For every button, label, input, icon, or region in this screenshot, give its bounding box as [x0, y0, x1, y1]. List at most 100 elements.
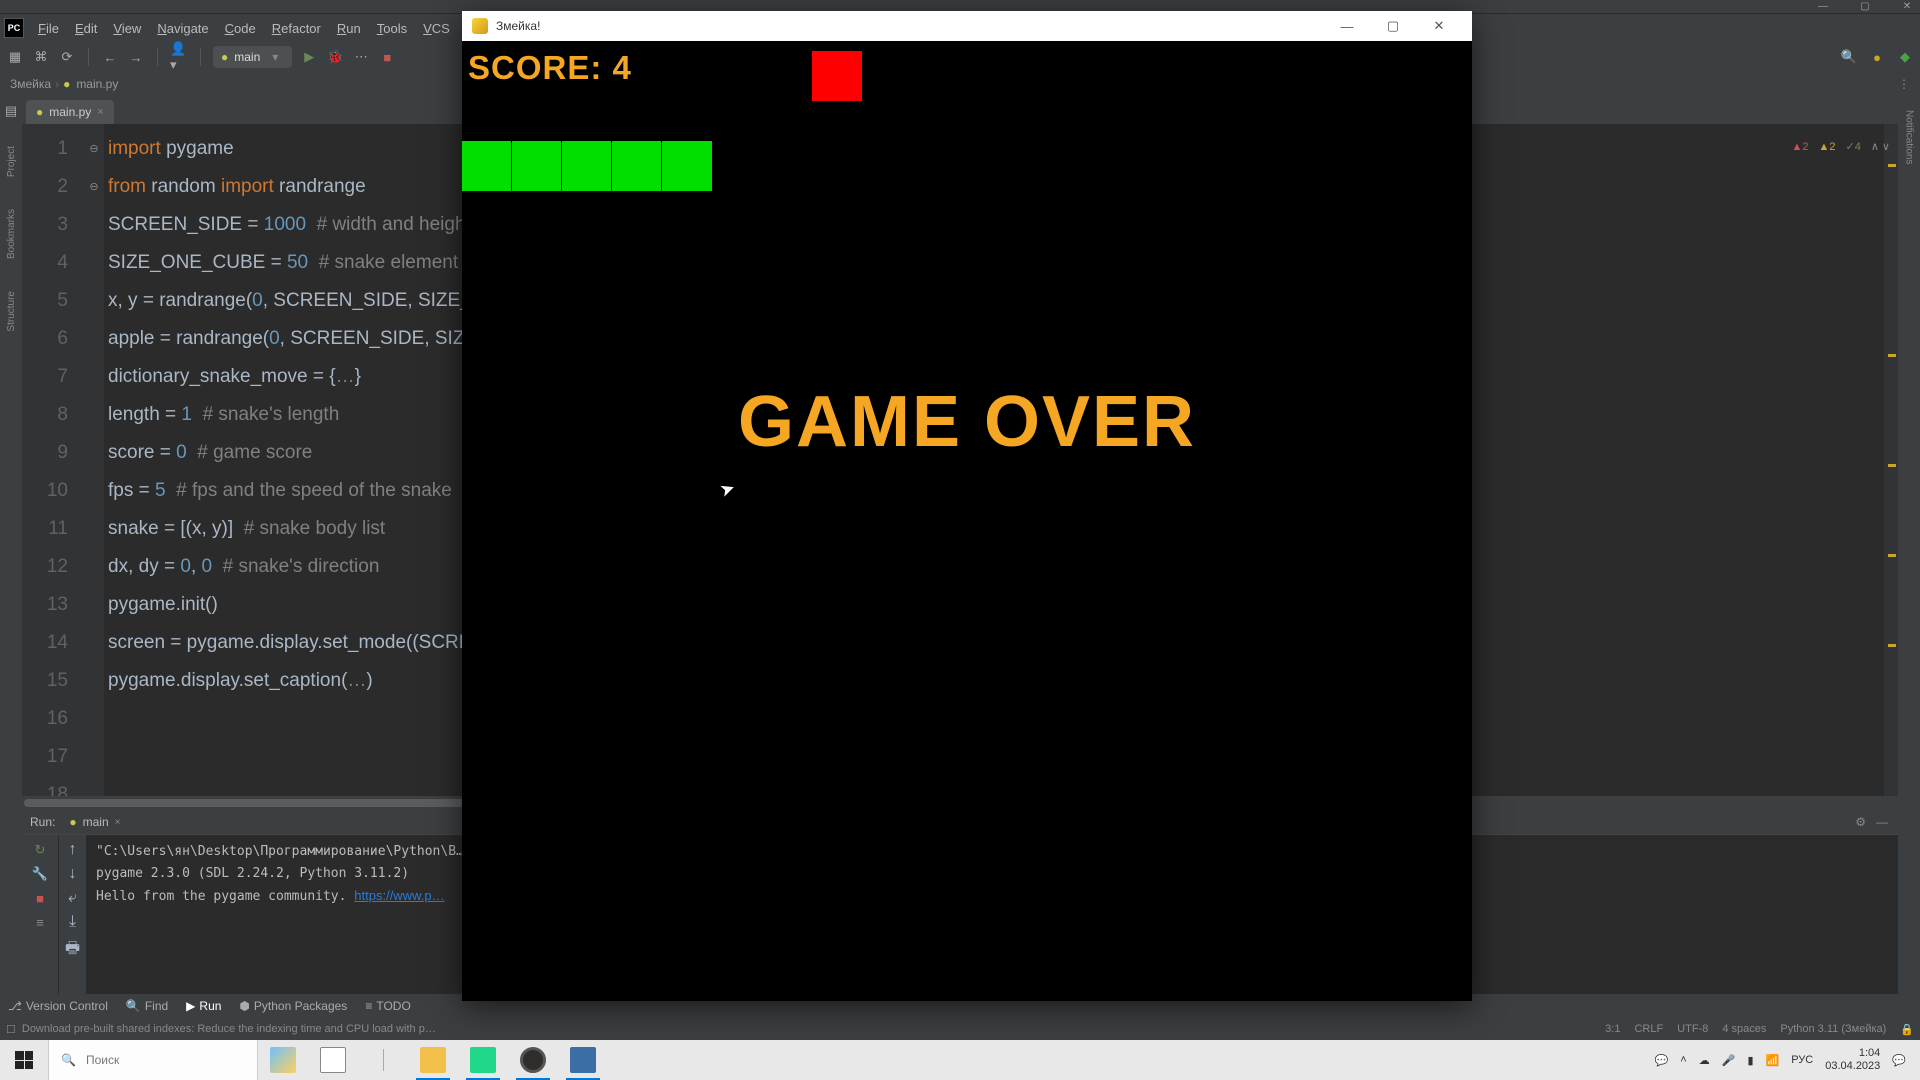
tray-chevron-up-icon[interactable]: ˄: [1680, 1054, 1686, 1066]
more-run-icon[interactable]: ⋯: [352, 48, 370, 66]
file-encoding[interactable]: UTF-8: [1677, 1023, 1708, 1036]
menu-navigate[interactable]: Navigate: [149, 21, 216, 36]
project-tool-icon[interactable]: ▤: [2, 102, 20, 120]
python-file-icon: ●: [63, 77, 70, 91]
status-icon: ☐: [6, 1023, 16, 1036]
run-actions: ↻ 🔧 ■ ≡: [22, 835, 58, 994]
close-icon[interactable]: ×: [115, 817, 121, 828]
bookmarks-tab[interactable]: Bookmarks: [4, 203, 19, 265]
run-tab-main[interactable]: ● main ×: [69, 815, 120, 829]
run-label: Run:: [30, 815, 55, 829]
ide-updates-icon[interactable]: ◆: [1896, 48, 1914, 66]
indent-setting[interactable]: 4 spaces: [1722, 1023, 1766, 1036]
project-tab[interactable]: Project: [4, 140, 19, 183]
version-control-tool[interactable]: ⎇ Version Control: [8, 999, 108, 1013]
pygame-window[interactable]: Змейка! — ▢ ✕ SCORE: 4 GAME OVER ➤: [462, 11, 1472, 1001]
structure-tab[interactable]: Structure: [4, 285, 19, 338]
ide-max-icon[interactable]: ▢: [1858, 0, 1872, 14]
tray-clock[interactable]: 1:04 03.04.2023: [1825, 1047, 1880, 1073]
ide-avatar-icon[interactable]: ●: [1868, 48, 1886, 66]
taskbar-search[interactable]: 🔍 Поиск: [48, 1040, 258, 1080]
menu-refactor[interactable]: Refactor: [264, 21, 329, 36]
save-icon[interactable]: ⌘: [32, 48, 50, 66]
readonly-lock-icon[interactable]: 🔒: [1900, 1023, 1914, 1036]
window-close-icon[interactable]: ✕: [1416, 11, 1462, 41]
ide-min-icon[interactable]: —: [1816, 0, 1830, 14]
tray-mic-icon[interactable]: 🎤: [1722, 1054, 1736, 1067]
search-icon: 🔍: [61, 1053, 76, 1067]
tray-onedrive-icon[interactable]: ☁: [1699, 1054, 1710, 1067]
menu-code[interactable]: Code: [217, 21, 264, 36]
run-tool[interactable]: ▶ Run: [186, 999, 221, 1013]
editor-tab-main[interactable]: ● main.py ×: [26, 100, 114, 124]
system-tray: 💬 ˄ ☁ 🎤 ▮ 📶 РУС 1:04 03.04.2023 💬: [1655, 1047, 1920, 1073]
python-packages-tool[interactable]: ⬢ Python Packages: [239, 999, 347, 1013]
search-everywhere-icon[interactable]: 🔍: [1840, 48, 1858, 66]
score-text: SCORE: 4: [468, 49, 632, 87]
taskbar-pycharm[interactable]: [458, 1040, 508, 1080]
run-settings-icon[interactable]: ⚙: [1855, 815, 1866, 829]
open-icon[interactable]: ▦: [6, 48, 24, 66]
run-icon[interactable]: ▶: [300, 48, 318, 66]
ide-close-icon[interactable]: ✕: [1900, 0, 1914, 14]
pycharm-logo-icon: PC: [4, 18, 24, 38]
breadcrumb-project[interactable]: Змейка: [10, 77, 51, 91]
menu-tools[interactable]: Tools: [369, 21, 415, 36]
tray-language[interactable]: РУС: [1791, 1054, 1813, 1066]
caret-position[interactable]: 3:1: [1605, 1023, 1620, 1036]
find-tool[interactable]: 🔍 Find: [126, 999, 168, 1013]
breadcrumb-more-icon[interactable]: ⋮: [1898, 77, 1910, 91]
add-user-icon[interactable]: 👤▾: [170, 48, 188, 66]
back-icon[interactable]: ←: [101, 48, 119, 66]
tray-notifications-icon[interactable]: 💬: [1892, 1054, 1906, 1067]
taskbar-taskview[interactable]: [308, 1040, 358, 1080]
start-button[interactable]: [0, 1040, 48, 1080]
menu-view[interactable]: View: [105, 21, 149, 36]
status-message[interactable]: Download pre-built shared indexes: Reduc…: [22, 1023, 436, 1035]
menu-run[interactable]: Run: [329, 21, 369, 36]
run-actions-2: ↑ ↓ ⤶ ⤓ 🖶: [58, 835, 86, 994]
stop-icon[interactable]: ■: [378, 48, 396, 66]
tray-battery-icon[interactable]: ▮: [1747, 1054, 1753, 1067]
inspections-widget[interactable]: ▲2 ▲2 ✓4 ∧ ∨: [1791, 128, 1890, 166]
print-icon[interactable]: 🖶: [65, 937, 80, 964]
pygame-titlebar[interactable]: Змейка! — ▢ ✕: [462, 11, 1472, 41]
window-maximize-icon[interactable]: ▢: [1370, 11, 1416, 41]
taskbar-weather[interactable]: [258, 1040, 308, 1080]
snake-segment: [612, 141, 662, 191]
sync-icon[interactable]: ⟳: [58, 48, 76, 66]
close-tab-icon[interactable]: ×: [97, 106, 103, 118]
tray-wifi-icon[interactable]: 📶: [1766, 1054, 1780, 1067]
breadcrumb-file[interactable]: main.py: [76, 77, 118, 91]
scroll-to-end-icon[interactable]: ⤓: [69, 913, 76, 931]
notifications-tab[interactable]: Notifications: [1902, 106, 1917, 168]
down-icon[interactable]: ↓: [69, 865, 77, 883]
taskbar-pygame-window[interactable]: [558, 1040, 608, 1080]
line-separator[interactable]: CRLF: [1634, 1023, 1663, 1036]
menu-vcs[interactable]: VCS: [415, 21, 458, 36]
taskbar-explorer[interactable]: [408, 1040, 458, 1080]
menu-file[interactable]: File: [30, 21, 67, 36]
rerun-icon[interactable]: ↻: [31, 841, 49, 859]
todo-tool[interactable]: ≡ TODO: [365, 999, 410, 1013]
stop-process-icon[interactable]: ■: [31, 889, 49, 907]
snake-segment: [512, 141, 562, 191]
inspect-errors: 2: [1802, 141, 1808, 153]
run-config-dropdown[interactable]: ● main ▾: [213, 46, 292, 68]
run-config-icon[interactable]: 🔧: [31, 865, 49, 883]
pygame-window-icon: [472, 18, 488, 34]
error-stripe[interactable]: [1884, 124, 1898, 796]
apple: [812, 51, 862, 101]
run-hide-icon[interactable]: —: [1876, 815, 1888, 829]
status-bar: ☐ Download pre-built shared indexes: Red…: [0, 1018, 1920, 1040]
python-interpreter[interactable]: Python 3.11 (Змейка): [1780, 1023, 1886, 1036]
up-icon[interactable]: ↑: [69, 841, 77, 859]
menu-edit[interactable]: Edit: [67, 21, 105, 36]
tray-meet-now-icon[interactable]: 💬: [1655, 1054, 1669, 1067]
window-minimize-icon[interactable]: —: [1324, 11, 1370, 41]
taskbar-obs[interactable]: [508, 1040, 558, 1080]
forward-icon[interactable]: →: [127, 48, 145, 66]
layout-icon[interactable]: ≡: [31, 913, 49, 931]
softwrap-icon[interactable]: ⤶: [68, 889, 77, 907]
debug-icon[interactable]: 🐞: [326, 48, 344, 66]
